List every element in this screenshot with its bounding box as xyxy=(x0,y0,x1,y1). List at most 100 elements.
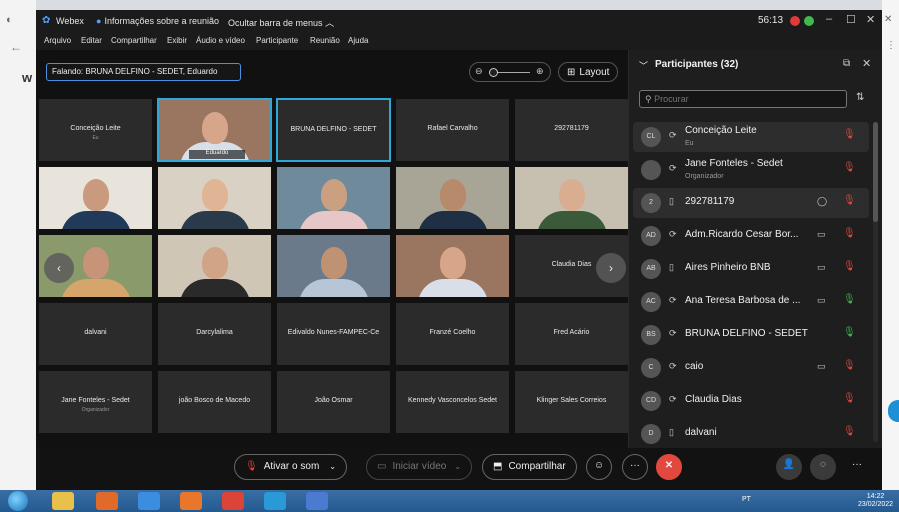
more-options-button[interactable]: ··· xyxy=(622,454,648,480)
menu-arquivo[interactable]: Arquivo xyxy=(44,36,71,45)
close-panel-icon[interactable]: ✕ xyxy=(862,57,871,70)
share-button[interactable]: ⬒ Compartilhar xyxy=(482,454,577,480)
participants-toggle-button[interactable]: 👤 xyxy=(776,454,802,480)
start-video-button[interactable]: ▭ Iniciar vídeo ⌄ xyxy=(366,454,473,480)
internet-explorer-icon[interactable] xyxy=(138,492,160,510)
zoom-control[interactable]: ⊖ ⊕ xyxy=(469,62,551,82)
name-tile[interactable]: BRUNA DELFINO - SEDET xyxy=(276,98,391,162)
name-tile[interactable]: Klinger Sales Correios xyxy=(514,370,629,434)
name-tile[interactable]: dalvani xyxy=(38,302,153,366)
participant-search[interactable]: ⚲ xyxy=(639,90,847,108)
firefox-icon[interactable] xyxy=(180,492,202,510)
mic-muted-icon[interactable]: 🎙 xyxy=(843,360,856,371)
connection-status-icon[interactable] xyxy=(804,16,814,26)
video-tile[interactable] xyxy=(38,166,153,230)
mic-muted-icon[interactable]: 🎙 xyxy=(843,129,856,140)
participant-row[interactable]: AD ⟳ Adm.Ricardo Cesar Bor... ▭ 🎙 xyxy=(633,221,869,251)
mic-muted-icon[interactable]: 🎙 xyxy=(843,261,856,272)
collapse-chevron-icon[interactable]: ﹀ xyxy=(639,59,648,72)
leave-meeting-button[interactable]: ✕ xyxy=(656,454,682,480)
start-button[interactable] xyxy=(8,491,28,511)
video-tile[interactable] xyxy=(157,166,272,230)
menu-compartilhar[interactable]: Compartilhar xyxy=(111,36,157,45)
video-camera-icon[interactable]: ▭ xyxy=(817,262,826,273)
mic-on-icon[interactable]: 🎙 xyxy=(843,294,856,305)
next-page-icon[interactable]: › xyxy=(596,253,626,283)
name-tile[interactable]: Franzé Coelho xyxy=(395,302,510,366)
layout-button[interactable]: ⊞ Layout xyxy=(558,62,618,82)
sort-icon[interactable]: ⇅ xyxy=(856,92,864,103)
mic-muted-icon[interactable]: 🎙 xyxy=(843,393,856,404)
participant-row[interactable]: ⟳ Jane Fonteles - Sedet Organizador 🎙 xyxy=(633,155,869,185)
close-window-icon[interactable]: ✕ xyxy=(866,13,875,26)
name-tile[interactable]: 292781179 xyxy=(514,98,629,162)
video-tile[interactable]: Eduardo xyxy=(157,98,272,162)
browser-more-icon[interactable]: ⋮ xyxy=(886,40,896,51)
previous-page-icon[interactable]: ‹ xyxy=(44,253,74,283)
video-tile[interactable] xyxy=(514,166,629,230)
minimize-icon[interactable]: – xyxy=(826,13,832,25)
name-tile[interactable]: joão Bosco de Macedo xyxy=(157,370,272,434)
participant-row[interactable]: AC ⟳ Ana Teresa Barbosa de ... ▭ 🎙 xyxy=(633,287,869,317)
back-arrow-icon[interactable]: ← xyxy=(10,40,22,54)
menu-participante[interactable]: Participante xyxy=(256,36,298,45)
participant-row[interactable]: D ▯ dalvani 🎙 xyxy=(633,419,869,449)
video-tile[interactable] xyxy=(395,234,510,298)
menu-reuniao[interactable]: Reunião xyxy=(310,36,340,45)
participant-row[interactable]: BS ⟳ BRUNA DELFINO - SEDET 🎙 xyxy=(633,320,869,350)
menu-exibir[interactable]: Exibir xyxy=(167,36,187,45)
chat-toggle-button[interactable]: ◌ xyxy=(810,454,836,480)
webex-taskbar-icon[interactable] xyxy=(264,492,286,510)
reactions-button[interactable]: ☺ xyxy=(586,454,612,480)
zoom-out-icon[interactable]: ⊖ xyxy=(475,66,483,77)
participant-row[interactable]: CL ⟳ Conceição Leite Eu 🎙 xyxy=(633,122,869,152)
video-camera-icon[interactable]: ▭ xyxy=(817,295,826,306)
name-tile[interactable]: Jane Fonteles - Sedet Organizador xyxy=(38,370,153,434)
meeting-info-button[interactable]: ● Informações sobre a reunião xyxy=(96,16,219,26)
name-tile[interactable]: João Osmar xyxy=(276,370,391,434)
participant-row[interactable]: 2 ▯ 292781179 ◯ 🎙 xyxy=(633,188,869,218)
document-app-icon[interactable] xyxy=(306,492,328,510)
video-tile[interactable] xyxy=(157,234,272,298)
unmute-button[interactable]: 🎙 Ativar o som ⌄ xyxy=(234,454,347,480)
search-input[interactable] xyxy=(654,94,835,104)
chrome-icon[interactable] xyxy=(222,492,244,510)
menu-editar[interactable]: Editar xyxy=(81,36,102,45)
floating-action-button[interactable] xyxy=(888,400,899,422)
menu-ajuda[interactable]: Ajuda xyxy=(348,36,368,45)
mic-muted-icon[interactable]: 🎙 xyxy=(843,162,856,173)
video-camera-icon[interactable]: ▭ xyxy=(817,361,826,372)
scrollbar-thumb[interactable] xyxy=(873,122,878,222)
name-tile[interactable]: Edivaldo Nunes-FAMPEC-Ce xyxy=(276,302,391,366)
panel-more-button[interactable]: ··· xyxy=(844,454,870,480)
hide-menu-button[interactable]: Ocultar barra de menus ︿ xyxy=(228,16,334,29)
name-tile[interactable]: Darcylalima xyxy=(157,302,272,366)
participant-list-scrollbar[interactable] xyxy=(873,122,878,442)
participant-row[interactable]: CD ⟳ Claudia Dias 🎙 xyxy=(633,386,869,416)
maximize-icon[interactable]: ☐ xyxy=(846,13,856,26)
name-tile[interactable]: Fred Acário xyxy=(514,302,629,366)
mic-muted-icon[interactable]: 🎙 xyxy=(843,195,856,206)
system-clock[interactable]: 14:22 23/02/2022 xyxy=(858,493,893,509)
video-tile[interactable] xyxy=(276,234,391,298)
video-tile[interactable] xyxy=(276,166,391,230)
mic-muted-icon[interactable]: 🎙 xyxy=(843,426,856,437)
video-camera-icon[interactable]: ▭ xyxy=(817,229,826,240)
popout-icon[interactable]: ⧉ xyxy=(843,58,850,69)
recording-icon[interactable] xyxy=(790,16,800,26)
participant-row[interactable]: AB ▯ Aires Pinheiro BNB ▭ 🎙 xyxy=(633,254,869,284)
browser-close-icon[interactable]: ✕ xyxy=(884,14,892,25)
chat-bubble-icon[interactable]: ◯ xyxy=(817,196,827,207)
name-tile[interactable]: Conceição Leite Eu xyxy=(38,98,153,162)
mic-on-icon[interactable]: 🎙 xyxy=(843,327,856,338)
file-explorer-icon[interactable] xyxy=(52,492,74,510)
name-tile[interactable]: Rafael Carvalho xyxy=(395,98,510,162)
menu-audio-video[interactable]: Áudio e vídeo xyxy=(196,36,245,45)
video-tile[interactable] xyxy=(395,166,510,230)
name-tile[interactable]: Kennedy Vasconcelos Sedet xyxy=(395,370,510,434)
audio-options-chevron-icon[interactable]: ⌄ xyxy=(329,462,336,471)
zoom-in-icon[interactable]: ⊕ xyxy=(536,66,544,77)
media-player-icon[interactable] xyxy=(96,492,118,510)
zoom-slider-handle[interactable] xyxy=(489,68,498,77)
participant-row[interactable]: C ⟳ caio ▭ 🎙 xyxy=(633,353,869,383)
